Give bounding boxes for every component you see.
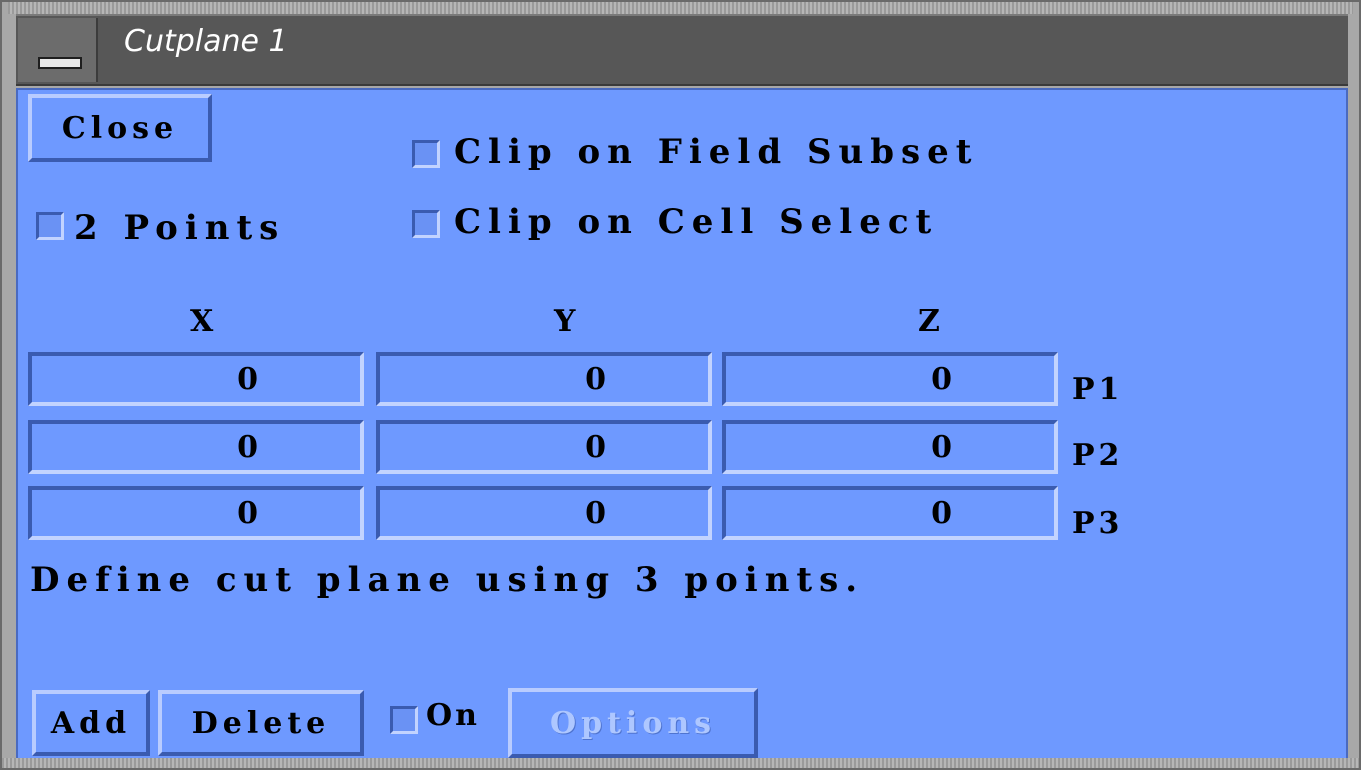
window-frame-bottom[interactable] xyxy=(2,758,1359,768)
on-label: On xyxy=(426,698,480,733)
on-checkbox[interactable] xyxy=(390,706,418,734)
clip-cell-select-label: Clip on Cell Select xyxy=(454,202,939,242)
column-header-z: Z xyxy=(918,304,947,339)
p3-y-input[interactable] xyxy=(376,486,712,540)
column-header-x: X xyxy=(190,304,221,339)
p2-label: P2 xyxy=(1072,438,1124,473)
window-frame-top[interactable] xyxy=(8,2,1353,14)
p2-z-input[interactable] xyxy=(722,420,1058,474)
p2-y-input[interactable] xyxy=(376,420,712,474)
close-button[interactable]: Close xyxy=(28,94,212,162)
cutplane-panel: Close Clip on Field Subset 2 Points Clip… xyxy=(16,88,1348,760)
clip-field-subset-checkbox[interactable] xyxy=(412,140,440,168)
p1-y-input[interactable] xyxy=(376,352,712,406)
p3-x-input[interactable] xyxy=(28,486,364,540)
p1-x-input[interactable] xyxy=(28,352,364,406)
column-header-y: Y xyxy=(554,304,583,339)
p1-z-input[interactable] xyxy=(722,352,1058,406)
two-points-label: 2 Points xyxy=(74,208,286,248)
two-points-checkbox[interactable] xyxy=(36,212,64,240)
p3-z-input[interactable] xyxy=(722,486,1058,540)
title-bar[interactable]: Cutplane 1 xyxy=(16,14,1348,86)
cutplane-window: Cutplane 1 Close Clip on Field Subset 2 … xyxy=(0,0,1361,770)
options-button[interactable]: Options xyxy=(508,688,758,758)
window-title: Cutplane 1 xyxy=(124,24,288,59)
p1-label: P1 xyxy=(1072,372,1124,407)
clip-field-subset-label: Clip on Field Subset xyxy=(454,132,979,172)
clip-cell-select-checkbox[interactable] xyxy=(412,210,440,238)
delete-button[interactable]: Delete xyxy=(158,690,364,756)
status-text: Define cut plane using 3 points. xyxy=(30,560,865,600)
window-menu-icon xyxy=(38,57,82,69)
add-button[interactable]: Add xyxy=(32,690,150,756)
p2-x-input[interactable] xyxy=(28,420,364,474)
p3-label: P3 xyxy=(1072,506,1124,541)
window-menu-button[interactable] xyxy=(18,18,98,82)
